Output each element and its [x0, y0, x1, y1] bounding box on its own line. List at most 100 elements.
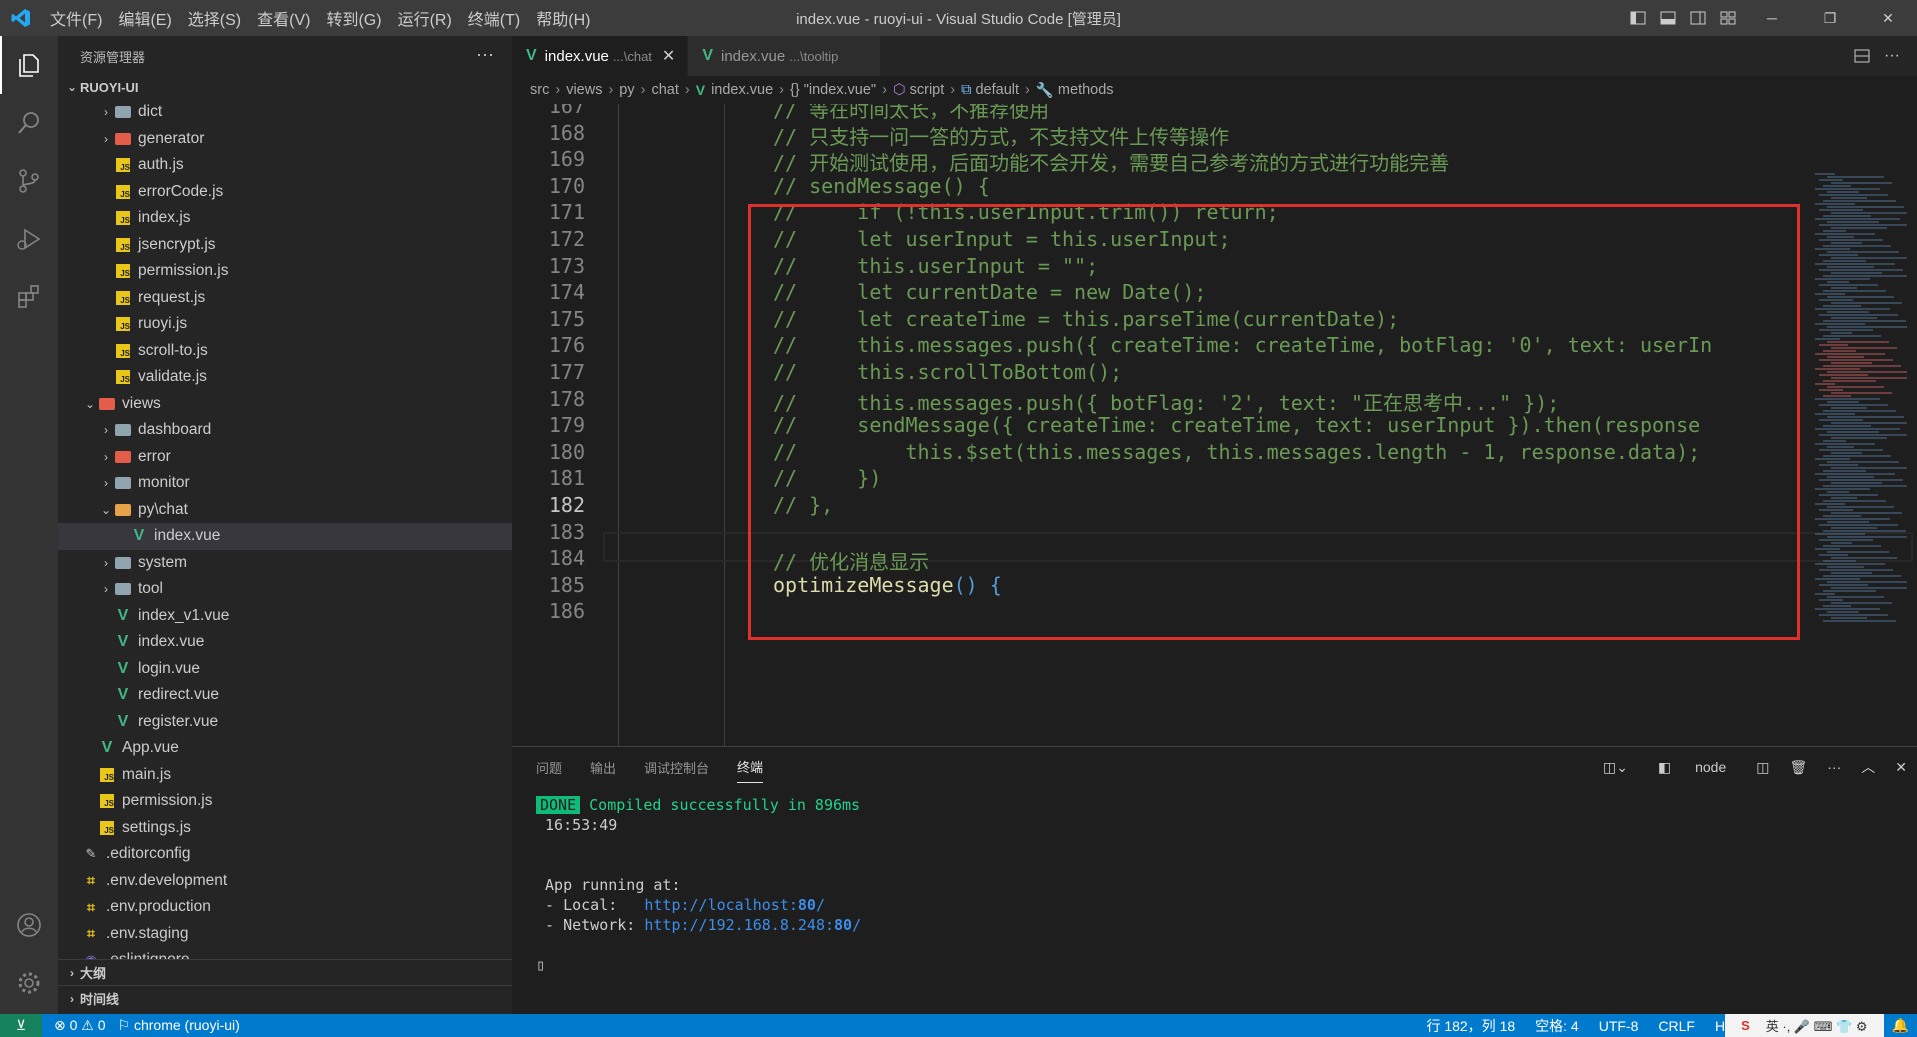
tree-item[interactable]: ⌄ views [58, 391, 512, 418]
tree-item[interactable]: › monitor [58, 470, 512, 497]
tree-item[interactable]: V App.vue [58, 735, 512, 762]
tree-item[interactable]: JS main.js [58, 762, 512, 789]
accounts-icon[interactable] [0, 896, 58, 954]
timeline-section[interactable]: › 时间线 [58, 985, 512, 1011]
tree-item[interactable]: ✎ .editorconfig [58, 841, 512, 868]
tree-item[interactable]: Vindex_v1.vue [58, 603, 512, 630]
tree-item[interactable]: Vindex.vue [58, 629, 512, 656]
close-panel-icon[interactable]: ✕ [1895, 759, 1907, 776]
breadcrumb-item[interactable]: script [910, 82, 945, 98]
extensions-icon[interactable] [0, 268, 58, 326]
tab-index-vue-tooltip[interactable]: V index.vue ...\tooltip [688, 36, 882, 76]
tree-item[interactable]: ⌄ py\chat [58, 497, 512, 524]
tree-item[interactable]: JS request.js [58, 285, 512, 312]
tree-item[interactable]: JS index.js [58, 205, 512, 232]
split-terminal-icon[interactable]: ◫⌄ [1603, 759, 1628, 776]
tree-item[interactable]: › tool [58, 576, 512, 603]
menu-selection[interactable]: 选择(S) [180, 6, 249, 30]
remote-icon[interactable]: ⊻ [0, 1014, 42, 1037]
tab-output[interactable]: 输出 [590, 752, 616, 783]
close-tab-icon[interactable]: ✕ [662, 46, 675, 66]
panel-more-icon[interactable]: ··· [1827, 759, 1841, 775]
customize-layout-icon[interactable] [1713, 0, 1743, 36]
local-url[interactable]: http://localhost:80/ [644, 896, 825, 914]
breadcrumb-item[interactable]: views [566, 82, 602, 98]
tree-item[interactable]: JS scroll-to.js [58, 338, 512, 365]
tree-item[interactable]: JS ruoyi.js [58, 311, 512, 338]
problems-status[interactable]: ⊗ 0 ⚠ 0 [54, 1017, 106, 1034]
tree-item[interactable]: Vindex.vue [58, 523, 512, 550]
end-of-line[interactable]: CRLF [1658, 1018, 1695, 1034]
breadcrumb-item[interactable]: py [619, 82, 634, 98]
menu-edit[interactable]: 编辑(E) [110, 6, 179, 30]
tree-item[interactable]: Vregister.vue [58, 709, 512, 736]
menu-file[interactable]: 文件(F) [42, 6, 110, 30]
tab-terminal[interactable]: 终端 [737, 751, 764, 783]
toggle-panel-icon[interactable] [1653, 0, 1683, 36]
toggle-secondary-sidebar-icon[interactable] [1683, 0, 1713, 36]
tree-item[interactable]: › system [58, 550, 512, 577]
notifications-icon[interactable]: 🔔 [1892, 1017, 1909, 1034]
menu-go[interactable]: 转到(G) [318, 6, 389, 30]
tree-item[interactable]: JS permission.js [58, 258, 512, 285]
tree-item[interactable]: › dashboard [58, 417, 512, 444]
tree-item[interactable]: JS permission.js [58, 788, 512, 815]
encoding[interactable]: UTF-8 [1599, 1018, 1639, 1034]
toggle-sidebar-icon[interactable] [1623, 0, 1653, 36]
source-control-icon[interactable] [0, 152, 58, 210]
breadcrumb-item[interactable]: src [530, 82, 549, 98]
tree-item[interactable]: › dict [58, 99, 512, 126]
minimize-icon[interactable]: ─ [1743, 0, 1801, 36]
tab-debug-console[interactable]: 调试控制台 [644, 752, 709, 783]
breadcrumb-item[interactable]: default [975, 82, 1019, 98]
editor-more-icon[interactable]: ··· [1877, 38, 1907, 74]
maximize-panel-icon[interactable]: ︿ [1861, 757, 1875, 777]
tab-index-vue-chat[interactable]: V index.vue ...\chat ✕ [512, 36, 689, 76]
terminal-output[interactable]: DONE Compiled successfully in 896ms 16:5… [536, 795, 861, 975]
debug-status[interactable]: ⚐ chrome (ruoyi-ui) [118, 1017, 240, 1034]
breadcrumb-item[interactable]: {} "index.vue" [790, 82, 876, 98]
tree-item[interactable]: › error [58, 444, 512, 471]
tree-item[interactable]: JS errorCode.js [58, 179, 512, 206]
tree-item[interactable]: JS jsencrypt.js [58, 232, 512, 259]
minimap[interactable] [1815, 172, 1907, 746]
language-mode[interactable]: H [1715, 1018, 1725, 1034]
indentation[interactable]: 空格: 4 [1535, 1016, 1579, 1036]
tree-item[interactable]: Vlogin.vue [58, 656, 512, 683]
settings-gear-icon[interactable] [0, 954, 58, 1012]
breadcrumb-item[interactable]: index.vue [711, 82, 773, 98]
tree-item[interactable]: ⌗ .env.staging [58, 921, 512, 948]
tree-item[interactable]: JS auth.js [58, 152, 512, 179]
terminal-instance[interactable]: ◧ node [1648, 759, 1736, 776]
tree-item[interactable]: Vredirect.vue [58, 682, 512, 709]
menu-help[interactable]: 帮助(H) [528, 6, 598, 30]
menu-view[interactable]: 查看(V) [249, 6, 318, 30]
explorer-icon[interactable] [0, 36, 58, 94]
tree-item[interactable]: › generator [58, 126, 512, 153]
breadcrumb-item[interactable]: methods [1058, 82, 1114, 98]
breadcrumb-item[interactable]: chat [651, 82, 678, 98]
tree-item[interactable]: JS settings.js [58, 815, 512, 842]
more-actions-icon[interactable]: ··· [476, 44, 494, 65]
tree-item[interactable]: JS validate.js [58, 364, 512, 391]
menu-run[interactable]: 运行(R) [390, 6, 460, 30]
tree-item-label: permission.js [122, 792, 213, 810]
restore-icon[interactable]: ❐ [1801, 0, 1859, 36]
trash-icon[interactable]: 🗑 [1789, 759, 1807, 776]
code-editor[interactable]: 167 // 等在时间太长，不推荐使用 168 // 只支持一问一答的方式，不支持文件… [512, 104, 1917, 746]
tree-item[interactable]: ◉ .eslintignore [58, 947, 512, 959]
tree-item[interactable]: ⌗ .env.development [58, 868, 512, 895]
ime-toolbar[interactable]: S 英 ·, 🎤 ⌨ 👕 ⚙ [1725, 1014, 1884, 1037]
cursor-position[interactable]: 行 182，列 18 [1426, 1016, 1515, 1036]
split-editor-icon[interactable] [1847, 38, 1877, 74]
menu-terminal[interactable]: 终端(T) [460, 6, 528, 30]
workspace-root[interactable]: ⌄ RUOYI-UI [58, 76, 512, 98]
tree-item[interactable]: ⌗ .env.production [58, 894, 512, 921]
tab-problems[interactable]: 问题 [536, 752, 562, 783]
panel-layout-icon[interactable]: ◫ [1756, 759, 1769, 776]
network-url[interactable]: http://192.168.8.248:80/ [644, 916, 861, 934]
search-icon[interactable] [0, 94, 58, 152]
close-window-icon[interactable]: ✕ [1859, 0, 1917, 36]
outline-section[interactable]: › 大纲 [58, 959, 512, 985]
run-debug-icon[interactable] [0, 210, 58, 268]
